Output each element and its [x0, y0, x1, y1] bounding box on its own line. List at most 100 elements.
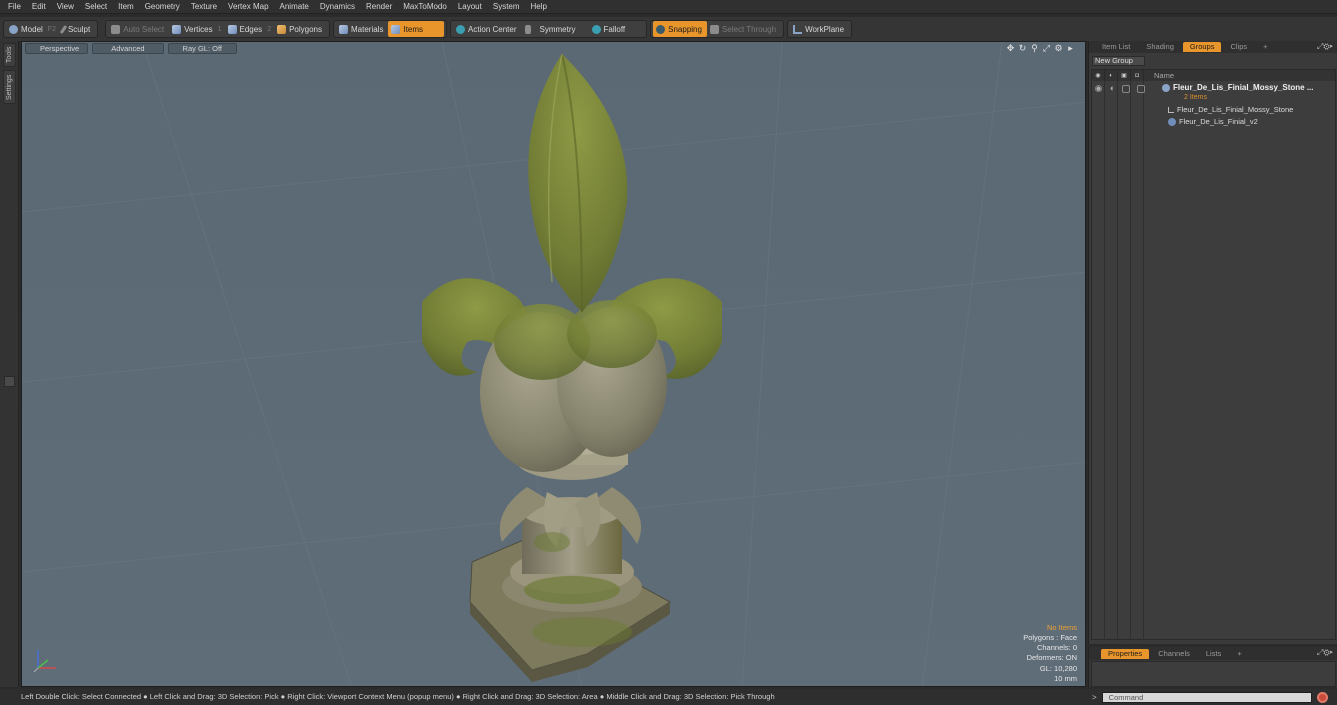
tab-settings[interactable]: Settings [3, 70, 16, 104]
menu-file[interactable]: File [4, 0, 28, 14]
add-tab-button[interactable]: + [1256, 42, 1274, 52]
brush-icon [59, 24, 68, 34]
menu-select[interactable]: Select [81, 0, 114, 14]
select-column-icon[interactable]: ◘ [1131, 70, 1144, 81]
menu-help[interactable]: Help [527, 0, 554, 14]
edges-shortcut: 2 [267, 25, 272, 33]
select-through-button[interactable]: Select Through [707, 21, 781, 37]
groups-tree[interactable]: ◉ ◐ ▣ ◘ Name ◉ ◐ Fleur_De_Lis_Finial_Mos… [1091, 69, 1336, 641]
panel-toggle-button[interactable] [4, 376, 15, 387]
vertices-button[interactable]: Vertices [169, 21, 217, 37]
deformers-stat: Deformers: ON [1026, 653, 1077, 663]
group-visibility-eye-icon[interactable]: ◉ [1094, 84, 1103, 93]
command-bar: > Command [1088, 689, 1337, 705]
properties-panel: Properties Channels Lists + ⤢⚙▸ [1088, 647, 1337, 687]
perspective-dropdown[interactable]: Perspective [25, 43, 89, 54]
polygons-icon [277, 24, 287, 34]
right-panel-tabs: Item List Shading Groups Clips + [1089, 41, 1337, 53]
auto-select-button[interactable]: Auto Select [108, 21, 169, 37]
menu-render[interactable]: Render [362, 0, 399, 14]
menu-maxtomodo[interactable]: MaxToModo [399, 0, 454, 14]
symmetry-icon [524, 24, 531, 34]
left-tab-strip: Tools Settings [0, 41, 19, 687]
channels-stat: Channels: 0 [1036, 643, 1077, 653]
falloff-button[interactable]: Falloff [589, 21, 645, 37]
tree-child-row[interactable]: Fleur_De_Lis_Finial_Mossy_Stone [1168, 105, 1293, 114]
workplane-button[interactable]: WorkPlane [790, 21, 849, 37]
command-input[interactable]: Command [1101, 691, 1312, 703]
group-row[interactable]: Fleur_De_Lis_Finial_Mossy_Stone ... [1162, 83, 1314, 92]
scale-stat: 10 mm [1054, 673, 1077, 683]
main-toolbar: Model F2 Sculpt Auto Select Vertices 1 E… [0, 17, 1337, 41]
falloff-icon [591, 24, 601, 34]
maximize-view-icon[interactable]: ⤢ [1042, 44, 1051, 53]
menu-animate[interactable]: Animate [276, 0, 316, 14]
scene-render [22, 42, 1085, 686]
group-lock-checkbox[interactable] [1122, 85, 1130, 93]
action-center-icon [456, 24, 466, 34]
group-render-icon[interactable]: ◐ [1108, 84, 1117, 93]
model-button[interactable]: Model [6, 21, 48, 37]
tab-tools[interactable]: Tools [3, 43, 16, 67]
properties-tabs: Properties Channels Lists + [1089, 647, 1337, 660]
tab-shading[interactable]: Shading [1139, 42, 1181, 52]
new-group-button[interactable]: New Group [1092, 56, 1145, 66]
no-items-label: No Items [1046, 622, 1077, 632]
menu-item[interactable]: Item [114, 0, 141, 14]
tab-clips[interactable]: Clips [1223, 42, 1254, 52]
panel-options-icon[interactable]: ⤢⚙▸ [1317, 648, 1333, 658]
rotate-view-icon[interactable]: ↻ [1018, 44, 1027, 53]
3d-viewport[interactable]: Perspective Advanced Ray GL: Off ✥ ↻ ⚲ ⤢… [21, 41, 1086, 687]
expand-arrow-icon[interactable]: ▸ [1066, 44, 1075, 53]
locator-icon [1168, 106, 1174, 113]
move-view-icon[interactable]: ✥ [1006, 44, 1015, 53]
tab-item-list[interactable]: Item List [1095, 42, 1137, 52]
menu-dynamics[interactable]: Dynamics [316, 0, 362, 14]
stop-icon[interactable] [1316, 691, 1328, 703]
raygl-toggle[interactable]: Ray GL: Off [167, 43, 238, 54]
edges-button[interactable]: Edges [225, 21, 268, 37]
render-column-icon[interactable]: ◐ [1105, 70, 1118, 81]
sculpt-button[interactable]: Sculpt [59, 21, 95, 37]
lock-column-icon[interactable]: ▣ [1118, 70, 1131, 81]
items-button[interactable]: Items [388, 21, 445, 37]
tree-child-row[interactable]: Fleur_De_Lis_Finial_v2 [1168, 117, 1258, 126]
menu-vertex-map[interactable]: Vertex Map [224, 0, 275, 14]
menu-texture[interactable]: Texture [187, 0, 224, 14]
zoom-view-icon[interactable]: ⚲ [1030, 44, 1039, 53]
add-tab-button[interactable]: + [1230, 649, 1248, 659]
materials-items-group: Materials Items [333, 20, 448, 38]
group-select-checkbox[interactable] [1137, 85, 1145, 93]
tab-channels[interactable]: Channels [1151, 649, 1197, 659]
group-name: Fleur_De_Lis_Finial_Mossy_Stone ... [1173, 83, 1314, 92]
settings-gear-icon[interactable]: ⚙ [1054, 44, 1063, 53]
model-icon [9, 24, 18, 34]
symmetry-button[interactable]: Symmetry [522, 21, 589, 37]
properties-body [1091, 661, 1336, 687]
panel-options-icon[interactable]: ⤢⚙▸ [1317, 42, 1333, 52]
visibility-column-icon[interactable]: ◉ [1092, 70, 1105, 81]
polygons-stat: Polygons : Face [1023, 632, 1077, 642]
tab-properties[interactable]: Properties [1101, 648, 1150, 659]
polygons-button[interactable]: Polygons [274, 21, 327, 37]
name-column-header[interactable]: Name [1144, 71, 1174, 80]
tree-columns [1092, 81, 1144, 641]
axis-gizmo [33, 650, 56, 673]
shading-dropdown[interactable]: Advanced [92, 43, 164, 54]
menu-view[interactable]: View [53, 0, 81, 14]
menu-layout[interactable]: Layout [454, 0, 489, 14]
viewport-nav-icons: ✥ ↻ ⚲ ⤢ ⚙ ▸ [1006, 44, 1075, 53]
materials-button[interactable]: Materials [336, 21, 388, 37]
menu-geometry[interactable]: Geometry [141, 0, 187, 14]
viewport-stats: No Items Polygons : Face Channels: 0 Def… [1023, 623, 1077, 684]
group-count-row: 2 Items [1184, 94, 1207, 101]
menu-edit[interactable]: Edit [28, 0, 53, 14]
snapping-button[interactable]: Snapping [653, 21, 707, 37]
group-item-count: 2 Items [1184, 94, 1207, 101]
group-icon [1162, 83, 1170, 92]
snapping-group: Snapping Select Through [650, 20, 785, 38]
menu-system[interactable]: System [489, 0, 527, 14]
action-center-button[interactable]: Action Center [453, 21, 521, 37]
tab-lists[interactable]: Lists [1199, 649, 1228, 659]
tab-groups[interactable]: Groups [1182, 42, 1222, 52]
